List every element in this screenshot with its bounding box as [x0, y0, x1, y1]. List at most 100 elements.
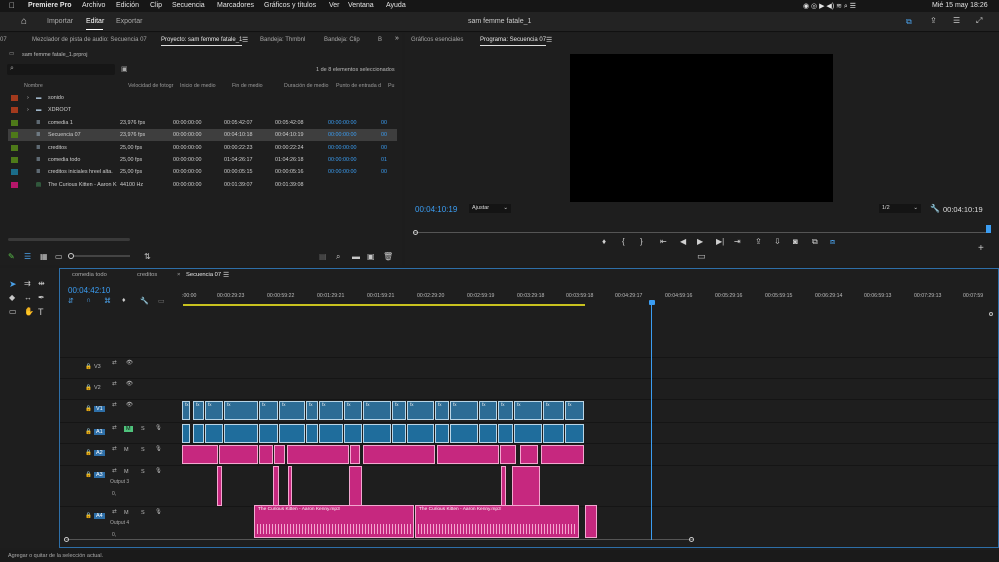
home-icon[interactable]: ⌂ [21, 16, 27, 27]
mark-out-icon[interactable]: } [640, 237, 643, 246]
video-clip[interactable]: fx [450, 401, 478, 420]
label-color-swatch[interactable] [11, 95, 18, 101]
quality-dropdown[interactable]: 1/2 ⌄ [879, 204, 921, 213]
lock-icon[interactable]: 🔒 [85, 429, 92, 435]
audio-clip-a3[interactable] [288, 466, 292, 506]
label-color-swatch[interactable] [11, 107, 18, 114]
video-clip[interactable]: fx [182, 401, 190, 420]
step-forward-icon[interactable]: ▶| [716, 237, 724, 246]
project-row-sonido[interactable]: › ▬ sonido [8, 92, 397, 104]
menu-ayuda[interactable]: Ayuda [386, 2, 406, 9]
menu-secuencia[interactable]: Secuencia [172, 2, 205, 9]
project-row-creditos-iniciales-hreel-alta-[interactable]: ≣ creditos iniciales hreel alta. 25,00 fps… [8, 166, 397, 178]
zoom-slider[interactable] [68, 253, 130, 259]
trash-icon[interactable]: 🗑 [383, 252, 393, 261]
tab-prev[interactable]: 07 [0, 37, 7, 43]
video-clip[interactable]: fx [392, 401, 406, 420]
panel-menu-icon[interactable]: ☰ [242, 36, 248, 44]
mute-button[interactable]: M [124, 510, 129, 516]
go-to-out-icon[interactable]: ⇥ [734, 237, 741, 246]
col-duration[interactable]: Duración de medio [284, 83, 328, 89]
pencil-icon[interactable]: ✎ [8, 252, 15, 261]
audio-clip-a3[interactable] [273, 466, 279, 506]
app-name[interactable]: Premiere Pro [28, 2, 72, 9]
sync-lock-icon[interactable]: ⇄ [112, 425, 117, 431]
audio-clip-a2[interactable] [350, 445, 360, 464]
mic-icon[interactable]: 🎙 [155, 425, 162, 431]
program-timecode[interactable]: 00:04:10:19 [415, 205, 457, 214]
mic-icon[interactable]: 🎙 [155, 446, 162, 452]
sync-lock-icon[interactable]: ⇄ [112, 468, 117, 474]
video-clip[interactable]: fx [344, 401, 362, 420]
play-icon[interactable]: ▶ [697, 237, 703, 246]
add-marker-icon[interactable]: ♦ [122, 297, 126, 304]
menu-archivo[interactable]: Archivo [82, 2, 105, 9]
camera-icon[interactable]: ◙ [793, 237, 798, 246]
audio-clip-a1[interactable] [392, 424, 406, 443]
video-preview[interactable] [570, 54, 833, 202]
video-clip[interactable]: fx [224, 401, 258, 420]
tab-comedia-todo[interactable]: comedia todo [72, 272, 107, 278]
mic-icon[interactable]: 🎙 [155, 468, 162, 474]
track-target-v2[interactable]: V2 [94, 385, 101, 391]
fit-dropdown[interactable]: Ajustar ⌄ [469, 204, 511, 213]
audio-clip-a2[interactable] [219, 445, 258, 464]
nest-icon[interactable]: ⇵ [68, 297, 74, 305]
lock-icon[interactable]: 🔒 [85, 450, 92, 456]
sort-icon[interactable]: ⇅ [144, 252, 151, 261]
menu-marcadores[interactable]: Marcadores [217, 2, 254, 9]
program-menu-icon[interactable]: ☰ [546, 36, 552, 44]
audio-clip-a1[interactable] [319, 424, 343, 443]
track-target-a1[interactable]: A1 [94, 429, 105, 435]
slip-icon[interactable]: ↔ [24, 293, 32, 302]
text-tool-icon[interactable]: T [38, 307, 44, 317]
audio-clip-a2[interactable] [541, 445, 584, 464]
pen-icon[interactable]: ✒ [38, 293, 45, 302]
new-bin-icon[interactable]: ▣ [121, 65, 128, 73]
sync-lock-icon[interactable]: ⇄ [112, 360, 117, 366]
solo-button[interactable]: S [141, 447, 145, 453]
video-clip[interactable]: fx [259, 401, 278, 420]
rectangle-icon[interactable]: ▭ [9, 307, 17, 316]
lock-icon[interactable]: 🔒 [85, 513, 92, 519]
video-clip[interactable]: fx [205, 401, 223, 420]
menu-graficos[interactable]: Gráficos y títulos [264, 2, 316, 9]
search-input[interactable]: ⌕ [7, 64, 115, 75]
audio-clip-a1[interactable] [498, 424, 513, 443]
disclosure-icon[interactable]: › [27, 107, 29, 113]
audio-clip-a1[interactable] [565, 424, 584, 443]
playhead-handle[interactable] [649, 300, 655, 305]
audio-clip-a1[interactable] [435, 424, 449, 443]
eye-icon[interactable]: 👁 [126, 360, 133, 366]
project-row-secuencia-07[interactable]: ≣ Secuencia 07 23,976 fps 00:00:00:00 00:04:… [8, 129, 397, 142]
label-color-swatch[interactable] [11, 181, 18, 188]
menu-ventana[interactable]: Ventana [348, 2, 374, 9]
video-clip[interactable]: fx [407, 401, 434, 420]
sync-lock-icon[interactable]: ⇄ [112, 402, 117, 408]
quick-export-icon[interactable]: ⧉ [906, 17, 912, 27]
solo-button[interactable]: S [141, 510, 145, 516]
work-area-bar[interactable] [183, 304, 585, 306]
solo-button[interactable]: S [141, 426, 145, 432]
video-clip[interactable]: fx [565, 401, 584, 420]
eye-icon[interactable]: 👁 [126, 402, 133, 408]
track-target-a3[interactable]: A3 [94, 472, 105, 478]
audio-clip-a1[interactable] [514, 424, 542, 443]
menu-ver[interactable]: Ver [329, 2, 340, 9]
lock-icon[interactable]: 🔒 [85, 406, 92, 412]
horizontal-scrollbar[interactable] [8, 238, 130, 241]
tab-creditos[interactable]: creditos [137, 272, 157, 278]
sync-lock-icon[interactable]: ⇄ [112, 509, 117, 515]
col-fps[interactable]: Velocidad de fotogr [128, 83, 173, 89]
audio-clip-a1[interactable] [363, 424, 391, 443]
hand-icon[interactable]: ✋ [24, 307, 34, 316]
audio-clip-a3[interactable] [349, 466, 362, 506]
razor-icon[interactable]: ◆ [9, 293, 15, 302]
audio-clip-a3[interactable] [217, 466, 222, 506]
lock-icon[interactable]: 🔒 [85, 385, 92, 391]
sync-lock-icon[interactable]: ⇄ [112, 381, 117, 387]
track-v2[interactable] [60, 378, 998, 399]
audio-clip-a1[interactable] [543, 424, 564, 443]
audio-clip-a4[interactable]: The Curious Kitten - Aaron Kenny.mp3 [415, 505, 579, 538]
audio-clip-a2[interactable] [287, 445, 349, 464]
